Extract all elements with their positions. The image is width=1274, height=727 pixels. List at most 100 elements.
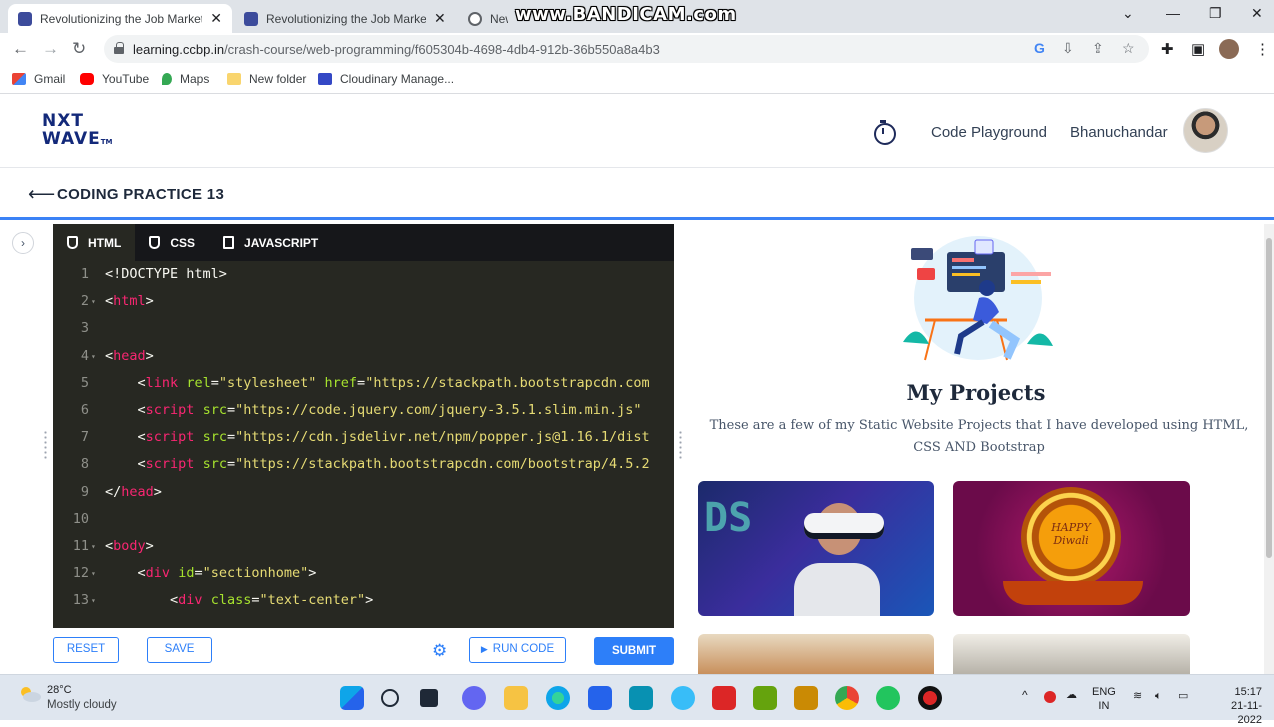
user-name[interactable]: Bhanuchandar [1070, 124, 1168, 141]
task-view-icon[interactable] [420, 689, 438, 707]
bookmark-new-folder[interactable]: New folder [227, 72, 306, 86]
code-line[interactable]: 6 <script src="https://code.jquery.com/j… [53, 397, 674, 424]
run-code-button[interactable]: ▶ RUN CODE [469, 637, 566, 663]
tab-css[interactable]: CSS [135, 224, 209, 261]
project-card-vr[interactable]: DS [698, 481, 934, 616]
back-icon[interactable]: ← [12, 39, 29, 59]
fold-arrow-icon[interactable]: ▾ [91, 533, 96, 560]
settings-gear-icon[interactable]: ⚙ [432, 641, 447, 661]
bookmark-gmail[interactable]: Gmail [12, 72, 65, 86]
bookmark-youtube[interactable]: YouTube [80, 72, 149, 86]
resize-handle-split[interactable] [679, 430, 682, 460]
whatsapp-icon[interactable] [876, 686, 900, 710]
fold-arrow-icon[interactable]: ▾ [91, 288, 96, 315]
battery-icon[interactable]: ▭ [1178, 689, 1188, 703]
expand-panel-button[interactable]: › [12, 232, 34, 254]
fold-arrow-icon[interactable]: ▾ [91, 560, 96, 587]
tray-chevron-up-icon[interactable]: ^ [1022, 688, 1028, 702]
bookmark-maps[interactable]: Maps [162, 72, 209, 86]
browser-tab-3[interactable]: New Tab [458, 4, 518, 33]
google-icon[interactable]: G [1034, 40, 1045, 56]
code-line[interactable]: 12 ▾ <div id="sectionhome"> [53, 560, 674, 587]
onedrive-cloud-icon[interactable]: ☁ [1066, 688, 1077, 702]
submit-button[interactable]: SUBMIT [594, 637, 674, 665]
extensions-icon[interactable]: ✚ [1161, 40, 1174, 58]
restore-icon[interactable]: ❐ [1209, 5, 1222, 22]
code-line[interactable]: 9 </head> [53, 479, 674, 506]
browser-tab-1[interactable]: Revolutionizing the Job Market | ✕ [8, 4, 232, 33]
bandicam-record-icon[interactable] [918, 686, 942, 710]
code-editor[interactable]: HTML CSS JAVASCRIPT 1 <!DOCTYPE html> 2 ▾ <h… [53, 224, 674, 628]
share-icon[interactable]: ⇪ [1092, 40, 1104, 57]
code-line[interactable]: 3 [53, 315, 674, 342]
bookmark-cloudinary[interactable]: Cloudinary Manage... [318, 72, 454, 86]
volume-icon[interactable]: 🔈︎ [1155, 689, 1162, 703]
side-panel-icon[interactable]: ▣ [1191, 40, 1205, 58]
project-card-diwali[interactable]: HAPPY Diwali [953, 481, 1190, 616]
preview-scrollbar[interactable] [1264, 224, 1274, 674]
scrollbar-thumb[interactable] [1266, 238, 1272, 558]
close-tab-icon[interactable]: ✕ [210, 10, 222, 27]
code-line[interactable]: 10 [53, 506, 674, 533]
bookmark-star-icon[interactable]: ☆ [1122, 40, 1135, 57]
project-card-news[interactable] [953, 634, 1190, 674]
close-tab-icon[interactable]: ✕ [434, 10, 446, 27]
record-tray-icon[interactable] [1044, 691, 1056, 703]
code-line[interactable]: 8 <script src="https://stackpath.bootstr… [53, 451, 674, 478]
search-icon[interactable] [381, 689, 399, 707]
close-window-icon[interactable]: ✕ [1251, 5, 1263, 22]
code-token: html [113, 293, 146, 310]
code-line[interactable]: 7 <script src="https://cdn.jsdelivr.net/… [53, 424, 674, 451]
teams-chat-icon[interactable] [462, 686, 486, 710]
code-token: = [210, 374, 219, 391]
back-arrow-icon[interactable]: ⟵ [28, 183, 55, 206]
language-indicator[interactable]: ENG IN [1092, 685, 1116, 713]
address-bar[interactable]: learning.ccbp.in/crash-course/web-progra… [104, 35, 1149, 63]
mcafee-icon[interactable] [712, 686, 736, 710]
edge-browser-icon[interactable] [546, 686, 570, 710]
file-explorer-icon[interactable] [504, 686, 528, 710]
menu-icon[interactable]: ⋮ [1255, 40, 1270, 58]
code-line[interactable]: 13 ▾ <div class="text-center"> [53, 587, 674, 614]
microsoft-store-icon[interactable] [588, 686, 612, 710]
start-windows-icon[interactable] [340, 686, 364, 710]
resize-handle-left[interactable] [44, 430, 47, 460]
wifi-icon[interactable]: ≋ [1133, 689, 1142, 703]
url-text[interactable]: learning.ccbp.in/crash-course/web-progra… [133, 42, 660, 57]
app-icon[interactable] [671, 686, 695, 710]
code-line[interactable]: 4 ▾ <head> [53, 343, 674, 370]
code-token: = [226, 401, 236, 418]
code-line[interactable]: 11 ▾ <body> [53, 533, 674, 560]
profile-avatar-icon[interactable] [1219, 39, 1239, 59]
timer-icon[interactable] [873, 120, 896, 145]
code-token: < [105, 537, 114, 554]
app-icon[interactable] [629, 686, 653, 710]
project-card-food[interactable] [698, 634, 934, 674]
nxtwave-logo[interactable]: NXT WAVETM [42, 112, 113, 151]
minimize-icon[interactable]: — [1166, 5, 1180, 21]
browser-tab-2[interactable]: Revolutionizing the Job Market | ✕ [234, 4, 456, 33]
install-icon[interactable]: ⇩ [1062, 40, 1074, 57]
tab-javascript[interactable]: JAVASCRIPT [209, 224, 332, 261]
avatar[interactable] [1183, 108, 1228, 153]
save-button[interactable]: SAVE [147, 637, 212, 663]
code-lines[interactable]: 1 <!DOCTYPE html> 2 ▾ <html> 3 4 ▾ <head> 5 <link… [53, 261, 674, 614]
app-icon[interactable] [753, 686, 777, 710]
fold-arrow-icon[interactable]: ▾ [91, 343, 96, 370]
code-token: < [137, 374, 146, 391]
html5-icon [67, 236, 78, 249]
clock[interactable]: 15:17 21-11-2022 [1208, 685, 1262, 727]
fold-arrow-icon[interactable]: ▾ [91, 587, 96, 614]
tab-search-icon[interactable]: ⌄ [1122, 5, 1134, 22]
app-icon[interactable] [794, 686, 818, 710]
code-line[interactable]: 1 <!DOCTYPE html> [53, 261, 674, 288]
reload-icon[interactable]: ↻ [72, 39, 86, 59]
code-line[interactable]: 5 <link rel="stylesheet" href="https://s… [53, 370, 674, 397]
reset-button[interactable]: RESET [53, 637, 119, 663]
code-token: = [226, 456, 236, 473]
code-playground-link[interactable]: Code Playground [931, 124, 1047, 141]
code-line[interactable]: 2 ▾ <html> [53, 288, 674, 315]
tab-html[interactable]: HTML [53, 224, 136, 261]
chrome-icon[interactable] [835, 686, 859, 710]
forward-icon[interactable]: → [42, 39, 59, 59]
